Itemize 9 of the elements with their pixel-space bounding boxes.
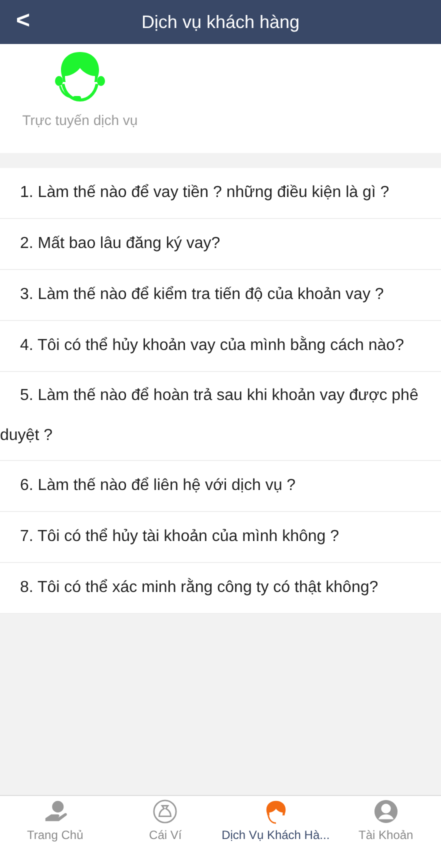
tab-item[interactable]: Trang Chủ — [0, 796, 110, 844]
wallet-tab-icon — [152, 799, 178, 824]
back-button[interactable]: < — [10, 4, 36, 38]
tab-item[interactable]: Tài Khoản — [330, 796, 441, 844]
tab-item[interactable]: Dịch Vụ Khách Hà... — [220, 796, 331, 844]
account-tab-icon — [372, 799, 399, 824]
tab-item[interactable]: Cái Ví — [110, 796, 220, 844]
page-title: Dịch vụ khách hàng — [141, 10, 300, 34]
headset-agent-icon[interactable] — [55, 50, 105, 102]
